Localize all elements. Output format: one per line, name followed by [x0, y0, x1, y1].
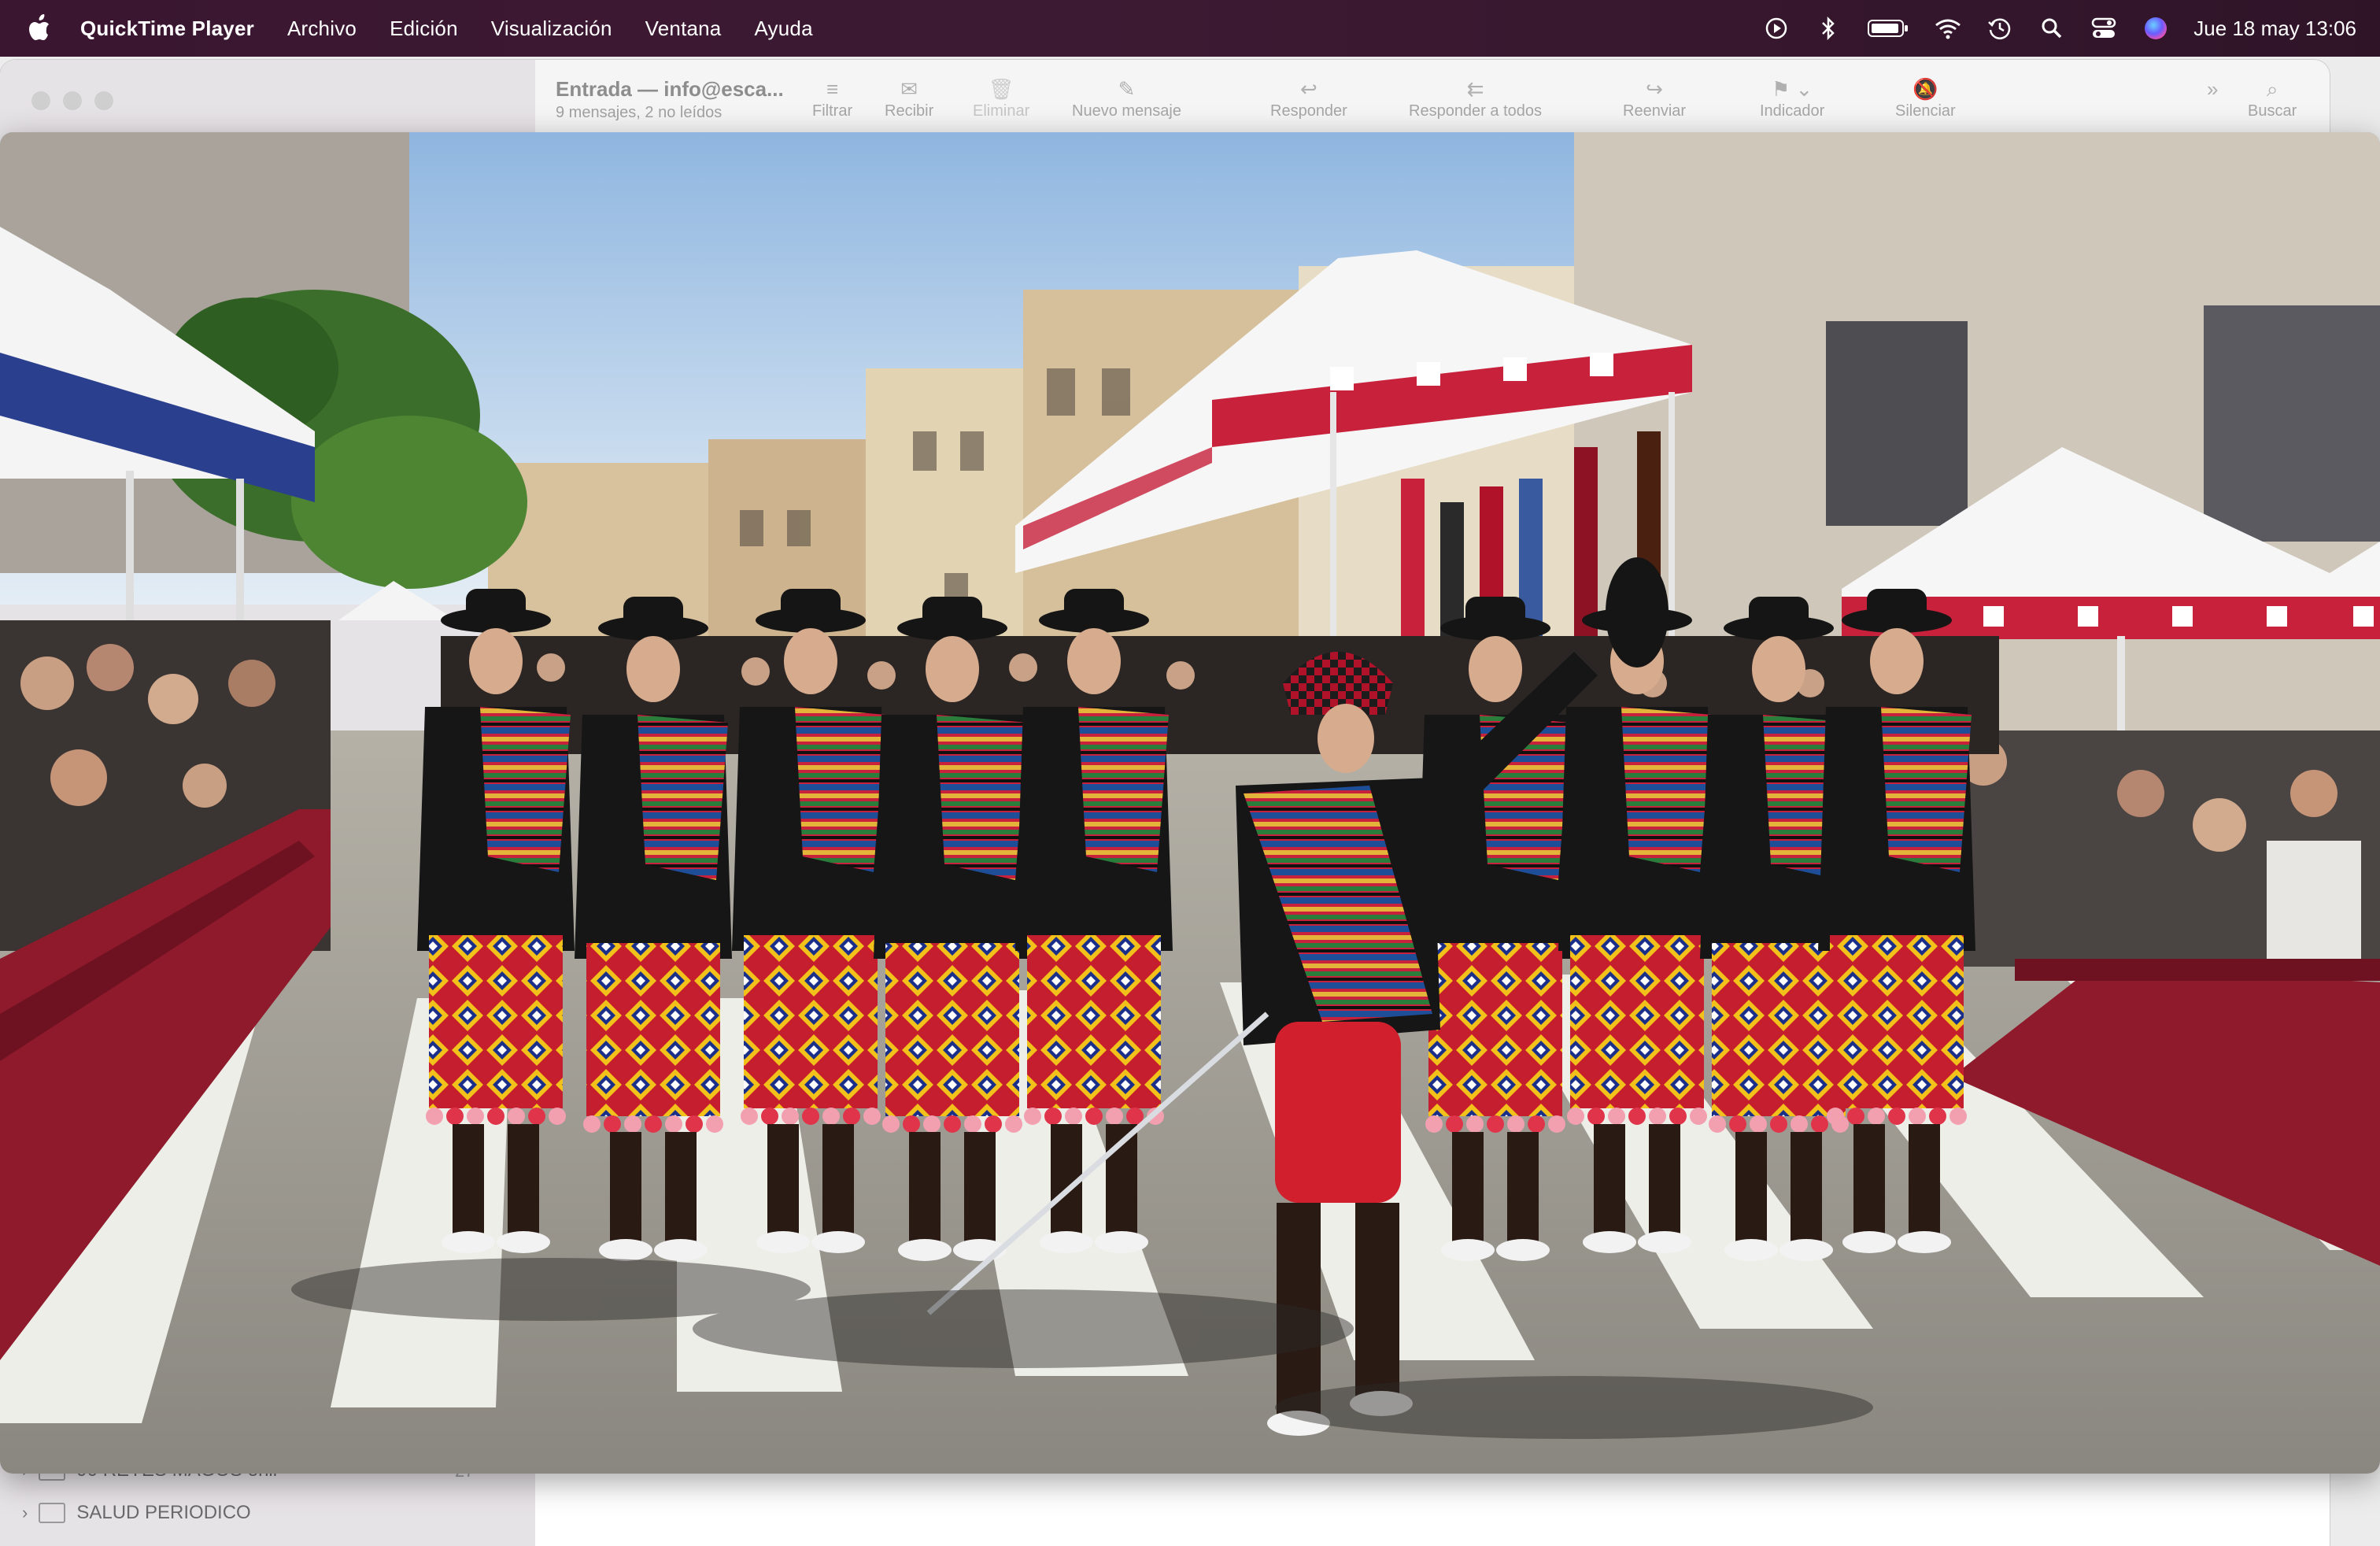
video-frame[interactable] — [0, 132, 2380, 1474]
trash-icon: 🗑 — [988, 77, 1014, 101]
wifi-icon[interactable] — [1934, 14, 1962, 43]
control-center-icon[interactable] — [2090, 14, 2118, 43]
bell-slash-icon: 🔕 — [1913, 77, 1938, 101]
reply-button[interactable]: ↩ Responder — [1270, 76, 1347, 120]
mailbox-title: Entrada — info@esca... — [556, 77, 784, 101]
menu-ventana[interactable]: Ventana — [645, 17, 722, 41]
window-controls — [31, 91, 113, 110]
reply-all-icon: ⇇ — [1466, 77, 1484, 101]
menu-edicion[interactable]: Edición — [390, 17, 458, 41]
forward-label: Reenviar — [1623, 102, 1687, 120]
reply-all-label: Responder a todos — [1409, 102, 1543, 120]
apple-menu-icon[interactable] — [25, 11, 57, 46]
battery-icon[interactable] — [1866, 14, 1910, 43]
reply-label: Responder — [1270, 102, 1347, 120]
filter-icon: ≡ — [826, 77, 839, 101]
double-chevron-icon: » — [2207, 77, 2219, 101]
envelope-icon: ✉ — [900, 77, 918, 101]
reply-all-button[interactable]: ⇇ Responder a todos — [1409, 76, 1542, 120]
close-button[interactable] — [31, 91, 50, 110]
chevron-right-icon[interactable]: › — [22, 1503, 28, 1523]
new-message-button[interactable]: ✎ Nuevo mensaje — [1072, 76, 1181, 120]
mailbox-subtitle: 9 mensajes, 2 no leídos — [556, 104, 722, 121]
menu-bar: QuickTime Player Archivo Edición Visuali… — [0, 0, 2380, 57]
more-button[interactable]: » — [2207, 76, 2218, 102]
search-icon[interactable] — [2038, 14, 2066, 43]
flag-label: Indicador — [1760, 102, 1825, 120]
mute-button[interactable]: 🔕 Silenciar — [1895, 76, 1956, 120]
flag-icon: ⚑ ⌄ — [1771, 77, 1813, 101]
bluetooth-icon[interactable] — [1814, 14, 1842, 43]
zoom-button[interactable] — [94, 91, 113, 110]
delete-label: Eliminar — [973, 102, 1030, 120]
mail-toolbar: Entrada — info@esca... 9 mensajes, 2 no … — [535, 60, 2330, 132]
menu-visualizacion[interactable]: Visualización — [491, 17, 612, 41]
search-button[interactable]: ⌕ Buscar — [2248, 76, 2297, 120]
status-area: Jue 18 may 13:06 — [1762, 0, 2356, 57]
forward-button[interactable]: ↪ Reenviar — [1623, 76, 1686, 120]
compose-icon: ✎ — [1118, 77, 1136, 101]
play-circle-icon[interactable] — [1762, 14, 1791, 43]
sidebar-folder-salud-periodico[interactable]: › SALUD PERIODICO — [22, 1502, 251, 1524]
search-label: Buscar — [2248, 102, 2297, 120]
search-icon: ⌕ — [2266, 77, 2278, 101]
video-player-window[interactable] — [0, 132, 2380, 1474]
sidebar-folder-label: SALUD PERIODICO — [76, 1502, 251, 1523]
receive-label: Recibir — [885, 102, 934, 120]
menu-clock[interactable]: Jue 18 may 13:06 — [2193, 17, 2356, 41]
reply-icon: ↩ — [1300, 77, 1318, 101]
minimize-button[interactable] — [63, 91, 82, 110]
receive-button[interactable]: ✉ Recibir — [885, 76, 933, 120]
menu-app-name[interactable]: QuickTime Player — [80, 17, 254, 41]
filter-label: Filtrar — [812, 102, 853, 120]
delete-button[interactable]: 🗑 Eliminar — [973, 76, 1029, 120]
menu-ayuda[interactable]: Ayuda — [754, 17, 812, 41]
forward-icon: ↪ — [1646, 77, 1663, 101]
new-message-label: Nuevo mensaje — [1072, 102, 1181, 120]
filter-button[interactable]: ≡ Filtrar — [812, 76, 852, 120]
menu-archivo[interactable]: Archivo — [287, 17, 357, 41]
flag-button[interactable]: ⚑ ⌄ Indicador — [1760, 76, 1824, 120]
mute-label: Silenciar — [1895, 102, 1956, 120]
time-machine-icon[interactable] — [1986, 14, 2014, 43]
siri-icon[interactable] — [2142, 14, 2170, 43]
folder-icon — [39, 1503, 66, 1523]
